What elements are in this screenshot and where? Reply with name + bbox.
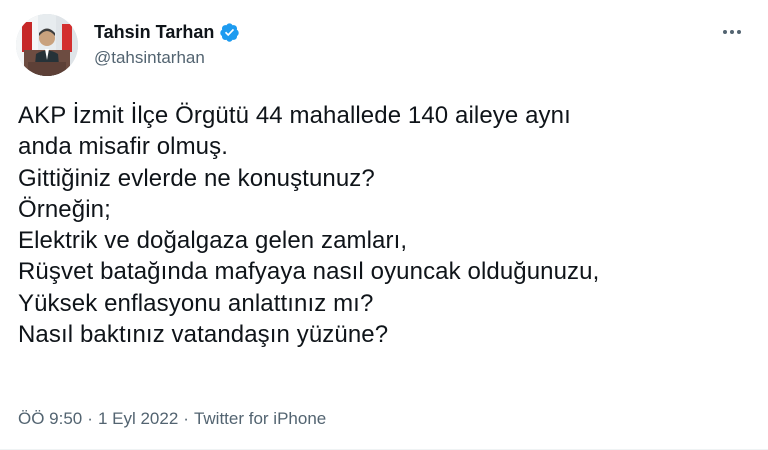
tweet-text-line: Gittiğiniz evlerde ne konuştunuz?: [18, 164, 375, 192]
tweet-text-line: anda misafir olmuş.: [18, 133, 228, 161]
avatar-image: [16, 14, 78, 76]
user-handle[interactable]: @tahsintarhan: [94, 48, 240, 68]
tweet-card: Tahsin Tarhan @tahsintarhan AKP İzmit İl…: [0, 0, 768, 450]
verified-badge-icon: [219, 22, 240, 43]
tweet-text-line: Elektrik ve doğalgaza gelen zamları,: [18, 227, 408, 255]
avatar[interactable]: [16, 14, 78, 76]
display-name[interactable]: Tahsin Tarhan: [94, 22, 214, 43]
meta-separator: ·: [183, 409, 189, 428]
tweet-text-line: Yüksek enflasyonu anlattınız mı?: [18, 289, 374, 317]
tweet-date[interactable]: 1 Eyl 2022: [98, 409, 178, 429]
tweet-text-line: Örneğin;: [18, 195, 111, 223]
name-row: Tahsin Tarhan: [94, 20, 240, 44]
tweet-source[interactable]: Twitter for iPhone: [194, 409, 326, 429]
tweet-text-line: AKP İzmit İlçe Örgütü 44 mahallede 140 a…: [18, 102, 571, 129]
tweet-text-line: Rüşvet batağında mafyaya nasıl oyuncak o…: [18, 258, 600, 286]
tweet-meta: ÖÖ 9:50 · 1 Eyl 2022 · Twitter for iPhon…: [18, 409, 326, 429]
more-dots-icon: [723, 30, 741, 34]
tweet-time[interactable]: ÖÖ 9:50: [18, 409, 82, 429]
more-options-button[interactable]: [718, 18, 746, 46]
tweet-text: AKP İzmit İlçe Örgütü 44 mahallede 140 a…: [18, 100, 758, 350]
tweet-text-line: Nasıl baktınız vatandaşın yüzüne?: [18, 321, 389, 349]
meta-separator: ·: [87, 409, 93, 428]
user-info: Tahsin Tarhan @tahsintarhan: [94, 20, 240, 68]
